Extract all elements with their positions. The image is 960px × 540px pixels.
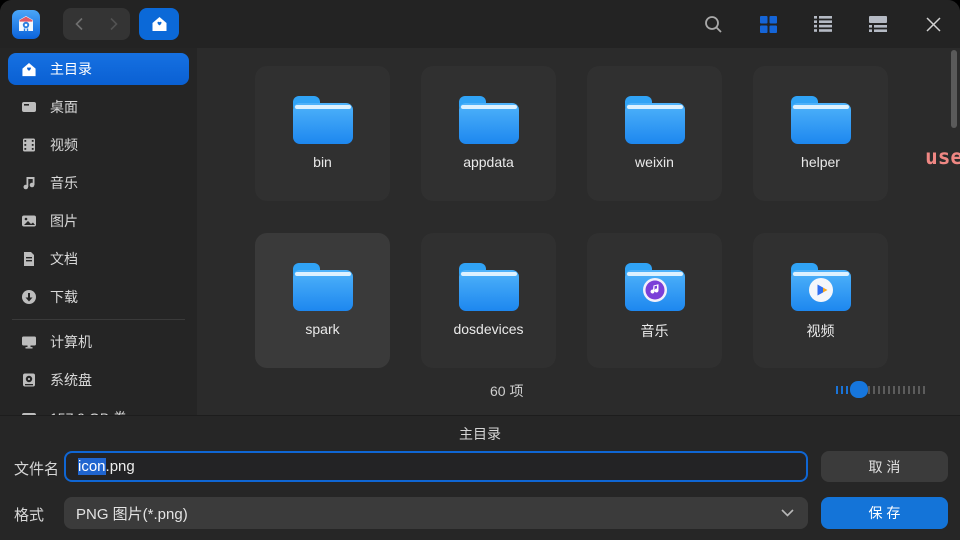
home-button[interactable] [139,8,179,40]
home-icon [21,62,37,77]
sidebar-item-label: 桌面 [50,97,78,117]
filename-extension-text: .png [106,458,135,475]
grid-view-icon[interactable] [758,14,778,34]
music-note-icon [21,175,37,191]
titlebar [0,0,960,48]
sidebar-item-label: 图片 [50,211,78,231]
folder-tile-bin[interactable]: bin [255,66,390,201]
chevron-right-icon [109,17,118,31]
sidebar-item-desktop[interactable]: 桌面 [8,91,189,123]
folder-icon [290,92,356,146]
folder-video-icon [788,259,854,313]
folder-tile-weixin[interactable]: weixin [587,66,722,201]
film-icon [21,137,37,153]
detail-view-icon[interactable] [868,14,888,34]
filename-selected-text: icon [78,458,106,475]
slider-track-empty [868,386,926,394]
folder-tile-spark[interactable]: spark [255,233,390,368]
format-label: 格式 [14,504,44,525]
list-view-icon[interactable] [813,14,833,34]
format-dropdown[interactable]: PNG 图片(*.png) [64,497,808,529]
slider-track-filled [836,386,850,394]
video-badge-icon [809,278,833,302]
back-button[interactable] [63,8,97,40]
sidebar-item-videos[interactable]: 视频 [8,129,189,161]
cancel-button[interactable]: 取 消 [821,451,948,482]
folder-icon [456,259,522,313]
sidebar-divider [12,319,185,320]
folder-name: helper [801,154,840,170]
filename-label: 文件名 [14,458,59,479]
sidebar-item-system-disk[interactable]: 系统盘 [8,364,189,396]
item-count-status: 60 项 [490,381,523,401]
format-value: PNG 图片(*.png) [76,503,188,524]
folder-tile-helper[interactable]: helper [753,66,888,201]
desktop-icon [21,99,37,115]
folder-name: spark [305,321,339,337]
folder-name: 视频 [807,321,835,341]
sidebar-item-label: 系统盘 [50,370,92,390]
chevron-left-icon [75,17,84,31]
chevron-down-icon [781,509,794,517]
sidebar-item-home[interactable]: 主目录 [8,53,189,85]
file-manager-save-dialog: 主目录 桌面 视频 [0,0,960,540]
filename-input[interactable]: icon.png [64,451,808,482]
document-icon [21,251,37,267]
picture-icon [21,213,37,229]
icon-size-slider[interactable] [836,381,926,398]
folder-view: bin appdata weixin [197,48,960,415]
folder-name: appdata [463,154,514,170]
forward-button[interactable] [97,8,131,40]
home-icon [151,16,168,32]
folder-tile-videos[interactable]: 视频 [753,233,888,368]
sidebar-item-documents[interactable]: 文档 [8,243,189,275]
folder-music-icon [622,259,688,313]
folder-tile-dosdevices[interactable]: dosdevices [421,233,556,368]
current-path-label: 主目录 [0,416,960,444]
folder-icon [456,92,522,146]
sidebar-item-pictures[interactable]: 图片 [8,205,189,237]
save-button[interactable]: 保 存 [821,497,948,529]
sidebar-item-music[interactable]: 音乐 [8,167,189,199]
sidebar-item-label: 计算机 [50,332,92,352]
nav-history-group [63,8,130,40]
vertical-scrollbar[interactable] [951,50,957,128]
folder-icon [788,92,854,146]
clipped-overlay-text: use [925,145,960,169]
folder-name: 音乐 [641,321,669,341]
file-manager-logo [16,14,36,34]
slider-thumb[interactable] [850,381,868,398]
folder-tile-appdata[interactable]: appdata [421,66,556,201]
sidebar-item-downloads[interactable]: 下载 [8,281,189,313]
dialog-body: 主目录 桌面 视频 [0,48,960,415]
close-icon[interactable] [923,14,943,34]
sidebar-item-label: 主目录 [50,59,92,79]
search-icon[interactable] [703,14,723,34]
folder-grid: bin appdata weixin [255,66,888,368]
titlebar-actions [703,14,943,34]
folder-icon [290,259,356,313]
folder-name: weixin [635,154,674,170]
app-logo-icon[interactable] [12,10,40,39]
folder-tile-music[interactable]: 音乐 [587,233,722,368]
folder-name: dosdevices [453,321,523,337]
sidebar-item-label: 文档 [50,249,78,269]
folder-icon [622,92,688,146]
sidebar-item-label: 音乐 [50,173,78,193]
sidebar-item-volume[interactable]: 157.9 GB 卷 [8,402,189,415]
sidebar-item-label: 157.9 GB 卷 [50,408,127,415]
computer-icon [21,334,37,350]
disk-icon [21,372,37,388]
sidebar: 主目录 桌面 视频 [0,48,197,415]
sidebar-item-label: 下载 [50,287,78,307]
folder-name: bin [313,154,332,170]
sidebar-item-label: 视频 [50,135,78,155]
download-icon [21,289,37,305]
sidebar-item-computer[interactable]: 计算机 [8,326,189,358]
save-panel: 主目录 文件名 icon.png 取 消 格式 PNG 图片(*.png) 保 … [0,415,960,540]
music-badge-icon [643,278,667,302]
